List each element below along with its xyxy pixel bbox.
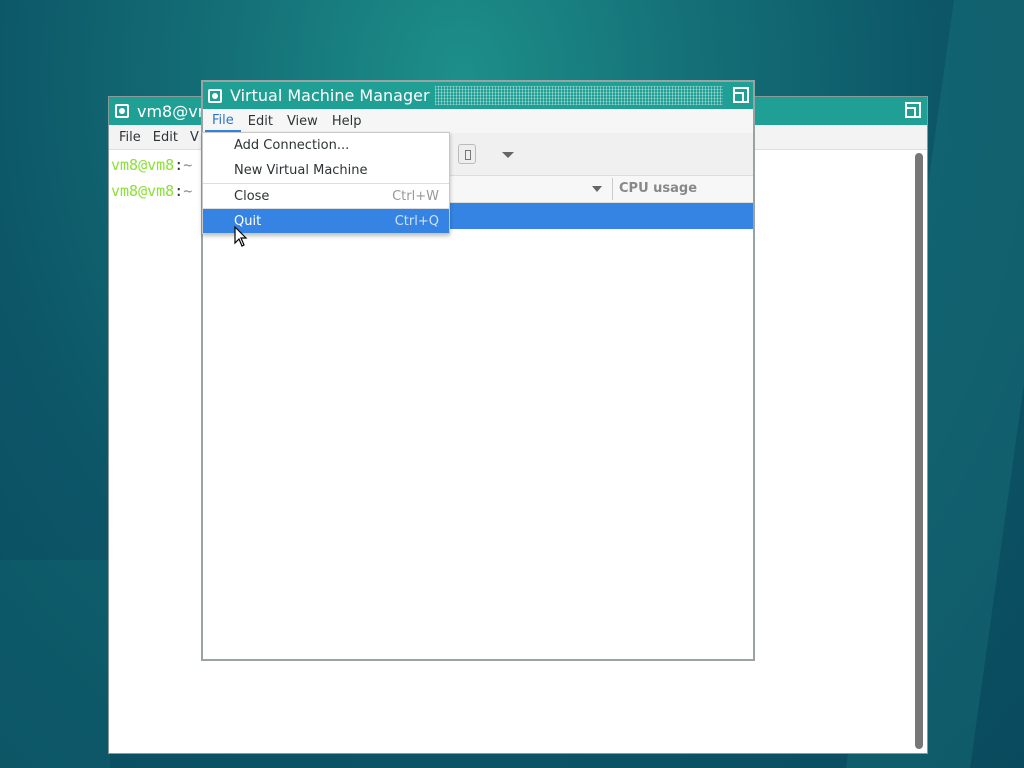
terminal-menu-file[interactable]: File xyxy=(113,130,147,145)
menu-help[interactable]: Help xyxy=(325,114,369,129)
chevron-down-icon[interactable] xyxy=(502,152,514,158)
terminal-scrollbar[interactable] xyxy=(915,153,923,749)
file-dropdown-menu: Add Connection... New Virtual Machine Cl… xyxy=(202,132,450,234)
column-cpu-usage[interactable]: CPU usage xyxy=(619,181,697,196)
mouse-pointer-icon xyxy=(234,226,248,247)
maximize-icon[interactable] xyxy=(905,102,921,118)
window-menu-icon[interactable] xyxy=(208,88,222,103)
menu-edit[interactable]: Edit xyxy=(241,114,280,129)
titlebar-hatch xyxy=(435,86,723,105)
vmm-titlebar[interactable]: Virtual Machine Manager xyxy=(203,82,753,109)
maximize-icon[interactable] xyxy=(733,87,749,103)
window-menu-icon[interactable] xyxy=(115,104,129,118)
sort-arrow-icon[interactable] xyxy=(592,186,602,192)
column-divider xyxy=(612,178,613,200)
vmm-title: Virtual Machine Manager xyxy=(230,86,430,105)
vmm-menubar: File Edit View Help xyxy=(203,109,753,133)
menu-item-add-connection[interactable]: Add Connection... xyxy=(203,133,449,158)
menu-view[interactable]: View xyxy=(280,114,325,129)
menu-item-close[interactable]: Close Ctrl+W xyxy=(203,183,449,208)
menu-item-new-vm[interactable]: New Virtual Machine xyxy=(203,158,449,183)
menu-file[interactable]: File xyxy=(205,111,241,132)
shutdown-button[interactable] xyxy=(458,144,476,164)
terminal-menu-edit[interactable]: Edit xyxy=(147,130,184,145)
